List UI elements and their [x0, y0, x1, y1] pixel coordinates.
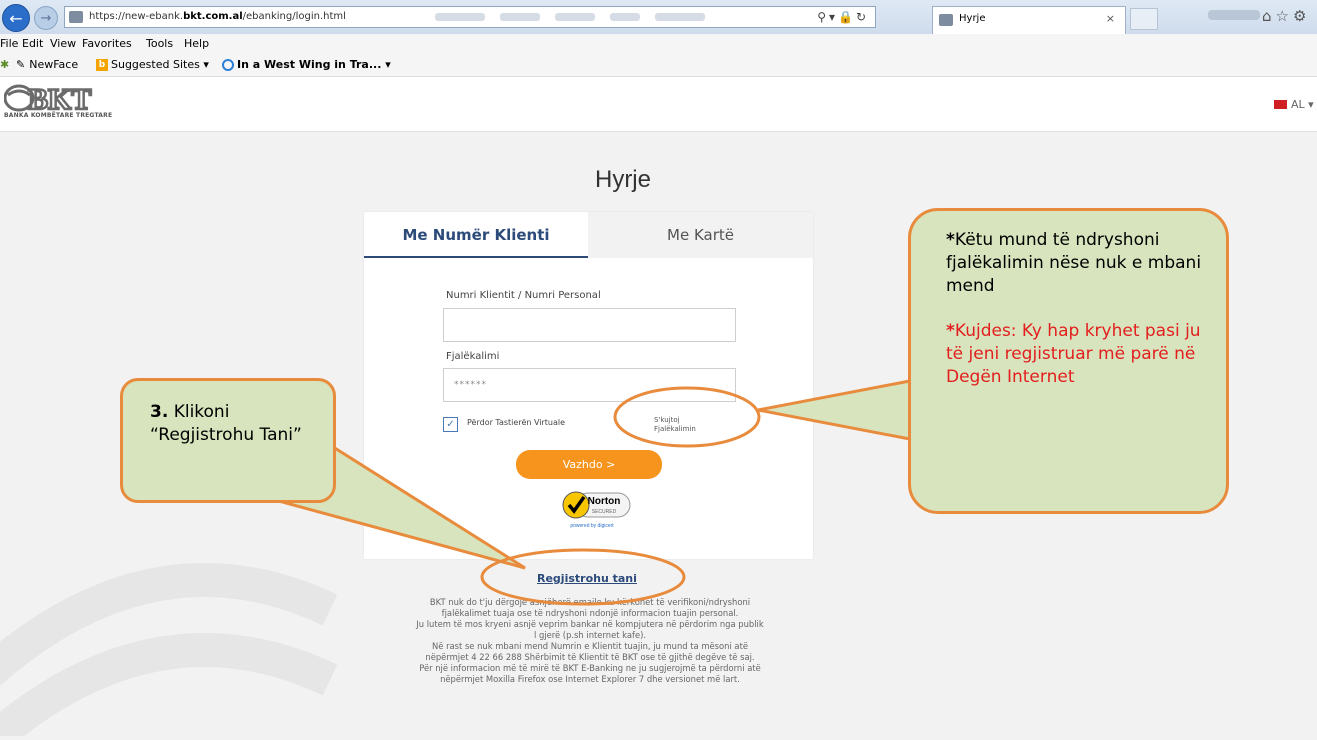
warning-star: *	[946, 321, 955, 341]
register-highlight-ellipse	[480, 548, 686, 606]
forgot-highlight-ellipse	[613, 386, 761, 448]
callout-info-text: Këtu mund të ndryshoni fjalëkalimin nëse…	[946, 230, 1202, 296]
callout-warning-text: Kujdes: Ky hap kryhet pasi ju të jeni re…	[946, 321, 1201, 387]
note-star: *	[946, 230, 955, 250]
callout-register: 3. Klikoni “Regjistrohu Tani”	[120, 378, 336, 503]
step-number: 3.	[150, 402, 169, 422]
right-callout-pointer	[757, 378, 917, 442]
callout-register-text: Klikoni “Regjistrohu Tani”	[150, 402, 302, 445]
callout-forgot-password: *Këtu mund të ndryshoni fjalëkalimin nës…	[908, 208, 1229, 514]
